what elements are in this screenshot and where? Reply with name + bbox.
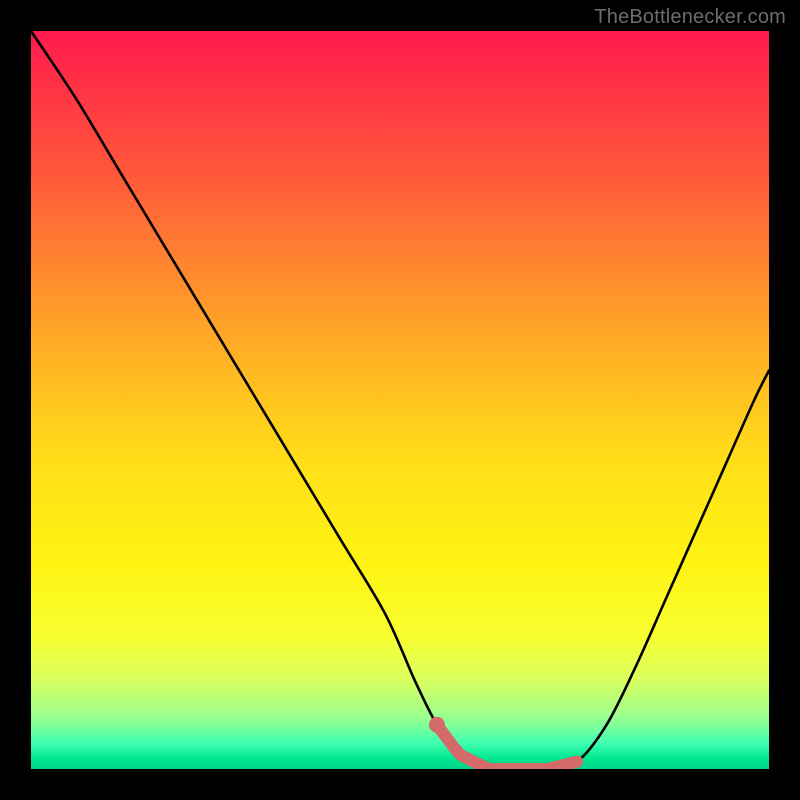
curve-marker-dot — [429, 717, 445, 733]
bottleneck-curve — [31, 31, 769, 769]
flat-segment-highlight — [437, 725, 577, 769]
watermark-text: TheBottlenecker.com — [594, 6, 786, 29]
chart-svg — [31, 31, 769, 769]
plot-area — [31, 31, 769, 769]
